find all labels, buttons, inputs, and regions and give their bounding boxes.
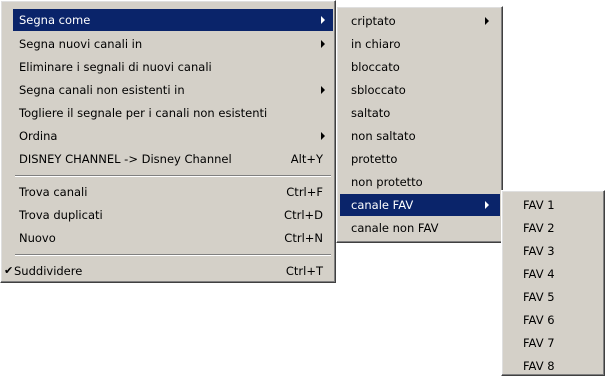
chevron-right-icon [321,16,325,24]
fav-item-2[interactable]: FAV 2 [505,217,603,239]
submenu-item-non-protetto[interactable]: non protetto [340,171,500,193]
menu-item-label: FAV 4 [523,267,555,281]
menu-item-shortcut: Ctrl+F [286,185,323,199]
menu-item-ordina[interactable]: Ordina [13,125,333,147]
menu-item-label: Segna nuovi canali in [19,37,143,51]
menu-item-label: FAV 5 [523,290,555,304]
menu-item-label: FAV 2 [523,221,555,235]
menu-item-label: Trova canali [19,185,88,199]
submenu-item-criptato[interactable]: criptato [340,10,500,32]
menu-item-label: Trova duplicati [19,208,103,222]
chevron-right-icon [321,132,325,140]
menu-item-label: Suddividere [14,264,83,278]
fav-item-4[interactable]: FAV 4 [505,263,603,285]
chevron-right-icon [321,40,325,48]
segna-come-submenu: criptato in chiaro bloccato sbloccato sa… [336,6,503,243]
menu-item-label: Togliere il segnale per i canali non esi… [19,106,268,120]
submenu-item-in-chiaro[interactable]: in chiaro [340,33,500,55]
menu-item-label: FAV 1 [523,198,555,212]
chevron-right-icon [321,86,325,94]
menu-item-label: canale FAV [351,198,414,212]
menu-item-segna-come[interactable]: Segna come [13,9,333,31]
menu-item-label: Segna canali non esistenti in [19,83,185,97]
menu-item-label: Eliminare i segnali di nuovi canali [19,60,212,74]
menu-item-label: Nuovo [19,231,56,245]
chevron-right-icon [485,17,489,25]
menu-item-label: criptato [351,14,396,28]
chevron-right-icon [485,201,489,209]
menu-item-shortcut: Ctrl+N [284,231,323,245]
submenu-item-saltato[interactable]: saltato [340,102,500,124]
menu-item-segna-nuovi-canali[interactable]: Segna nuovi canali in [13,33,333,55]
submenu-item-bloccato[interactable]: bloccato [340,56,500,78]
menu-item-label: FAV 3 [523,244,555,258]
fav-item-7[interactable]: FAV 7 [505,332,603,354]
fav-item-6[interactable]: FAV 6 [505,309,603,331]
menu-item-nuovo[interactable]: Nuovo Ctrl+N [13,227,333,249]
menu-item-shortcut: Alt+Y [290,152,323,166]
menu-item-eliminare-segnali[interactable]: Eliminare i segnali di nuovi canali [13,56,333,78]
menu-item-label: Ordina [19,129,58,143]
menu-item-disney-channel[interactable]: DISNEY CHANNEL -> Disney Channel Alt+Y [13,148,333,170]
menu-item-label: bloccato [351,60,400,74]
menu-item-label: canale non FAV [351,221,439,235]
menu-item-suddividere[interactable]: ✔ Suddividere Ctrl+T [1,260,333,282]
menu-item-label: saltato [351,106,391,120]
menu-item-label: sbloccato [351,83,406,97]
menu-item-trova-canali[interactable]: Trova canali Ctrl+F [13,181,333,203]
menu-item-label: DISNEY CHANNEL -> Disney Channel [19,152,232,166]
menu-item-label: non protetto [351,175,423,189]
submenu-item-canale-non-fav[interactable]: canale non FAV [340,217,500,239]
context-menu: Segna come Segna nuovi canali in Elimina… [0,0,336,283]
menu-item-label: FAV 7 [523,336,555,350]
submenu-item-protetto[interactable]: protetto [340,148,500,170]
menu-item-label: FAV 6 [523,313,555,327]
submenu-item-sbloccato[interactable]: sbloccato [340,79,500,101]
menu-item-label: FAV 8 [523,359,555,373]
fav-item-1[interactable]: FAV 1 [505,194,603,216]
fav-item-8[interactable]: FAV 8 [505,355,603,377]
menu-item-label: non saltato [351,129,416,143]
menu-item-label: in chiaro [351,37,401,51]
menu-separator [15,175,331,177]
fav-item-3[interactable]: FAV 3 [505,240,603,262]
menu-item-trova-duplicati[interactable]: Trova duplicati Ctrl+D [13,204,333,226]
checkmark-icon: ✔ [4,264,14,277]
menu-item-shortcut: Ctrl+D [284,208,323,222]
submenu-item-non-saltato[interactable]: non saltato [340,125,500,147]
fav-submenu: FAV 1 FAV 2 FAV 3 FAV 4 FAV 5 FAV 6 FAV … [501,190,605,376]
menu-item-shortcut: Ctrl+T [285,264,323,278]
menu-separator [15,254,331,256]
menu-item-label: Segna come [19,13,91,27]
submenu-item-canale-fav[interactable]: canale FAV [340,194,500,216]
menu-item-togliere-segnale[interactable]: Togliere il segnale per i canali non esi… [13,102,333,124]
menu-item-segna-canali-non-esistenti[interactable]: Segna canali non esistenti in [13,79,333,101]
menu-item-label: protetto [351,152,398,166]
fav-item-5[interactable]: FAV 5 [505,286,603,308]
